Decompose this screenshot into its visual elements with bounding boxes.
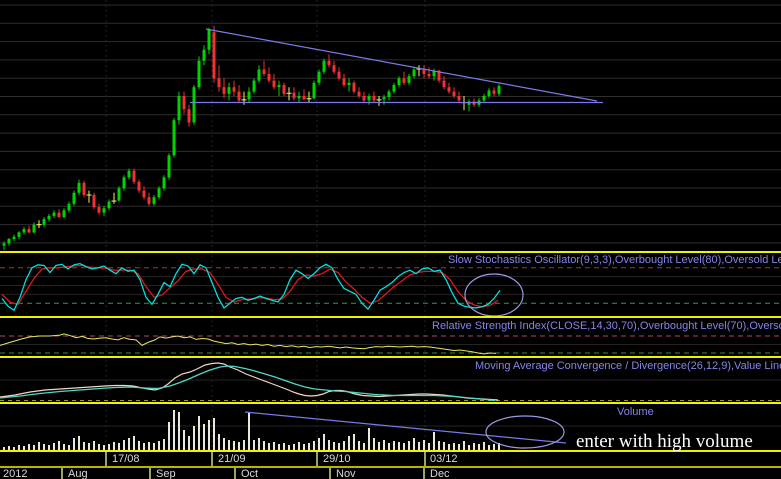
macd-lines [0,362,499,402]
charting-application-window: Slow Stochastics Oscillator(9,3,3),Overb… [0,0,781,479]
stochastic-panel-label: Slow Stochastics Oscillator(9,3,3),Overb… [448,254,781,266]
chart-canvas[interactable] [0,0,781,479]
axis-month-label: Nov [336,468,356,479]
axis-month-label: Sep [156,468,176,479]
volume-bars [3,410,567,450]
volume-panel-label: Volume [617,406,654,418]
axis-date-label: 21/09 [218,453,246,465]
x-axis-month-row: 2012 Aug Sep Oct Nov Dec [0,468,781,479]
rsi-panel-label: Relative Strength Index(CLOSE,14,30,70),… [432,320,781,332]
axis-date-label: 17/08 [112,453,140,465]
axis-date-label: 29/10 [323,453,351,465]
candlestick-series [2,25,501,250]
gridlines [0,0,781,451]
axis-year-label: 2012 [3,468,28,479]
macd-panel-label: Moving Average Convergence / Divergence(… [475,360,781,372]
axis-date-label: 03/12 [430,453,458,465]
axis-month-label: Aug [68,468,88,479]
axis-month-label: Dec [430,468,450,479]
axis-month-label: Oct [241,468,259,479]
rsi-line [0,333,497,355]
x-axis-week-row: 17/08 21/09 29/10 03/12 [0,453,781,467]
indicator-level-lines [0,267,781,401]
entry-text-annotation: enter with high volume [576,431,753,452]
triangle-trendlines [190,28,603,104]
